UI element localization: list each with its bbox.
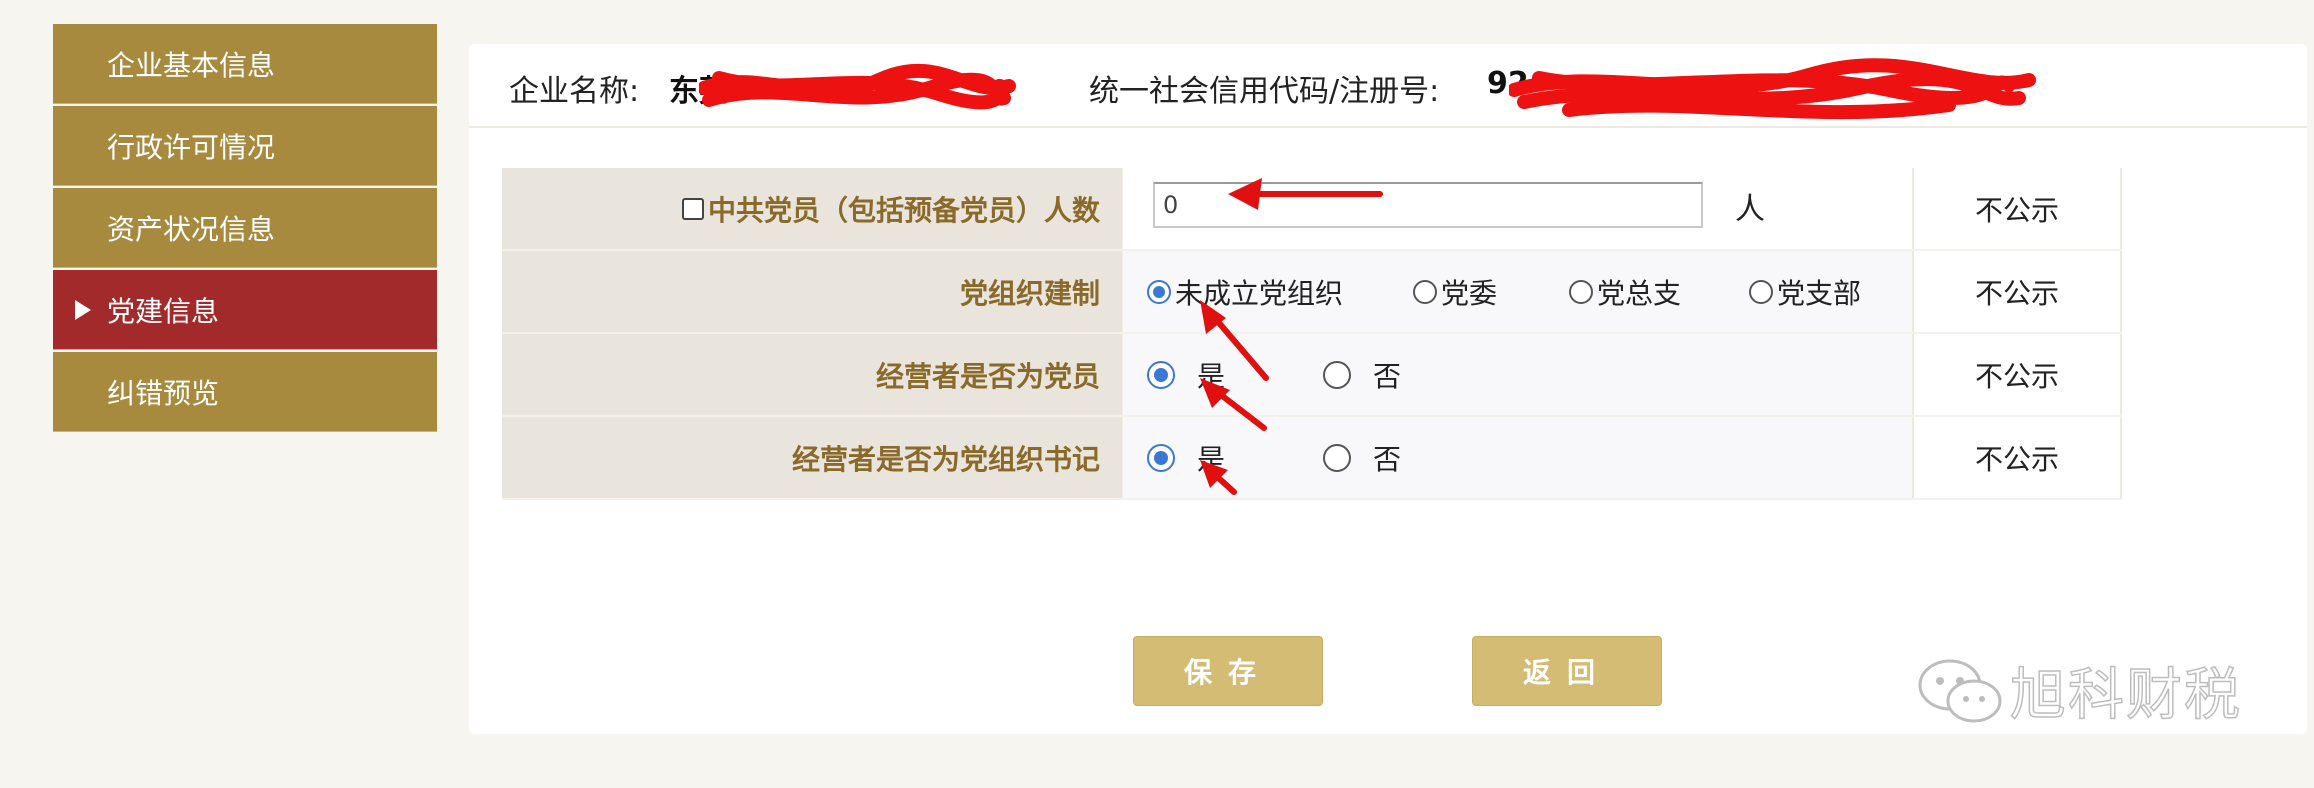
radio-option-yes[interactable]: 是 (1147, 417, 1225, 498)
sidebar-item-label: 纠错预览 (107, 376, 220, 410)
party-building-form: 中共党员（包括预备党员）人数 人 不公示 党组织建制 未成立党组织 党委 (502, 168, 2122, 500)
form-row-party-organization: 党组织建制 未成立党组织 党委 党总支 党支部 不公示 (502, 251, 2122, 334)
radio-label: 未成立党组织 (1175, 276, 1344, 310)
field-label: 经营者是否为党员 (502, 334, 1122, 415)
field-label: 经营者是否为党组织书记 (502, 417, 1122, 498)
publicity-status[interactable]: 不公示 (1912, 251, 2122, 332)
watermark-text: 旭科财税 (2009, 662, 2242, 729)
radio-label: 党总支 (1597, 276, 1682, 310)
field-label: 党组织建制 (502, 251, 1122, 332)
sidebar: 企业基本信息 行政许可情况 资产状况信息 党建信息 纠错预览 (53, 24, 437, 434)
back-button[interactable]: 返回 (1472, 636, 1662, 706)
form-row-operator-party-secretary: 经营者是否为党组织书记 是 否 不公示 (502, 417, 2122, 500)
save-button[interactable]: 保存 (1133, 636, 1323, 706)
sidebar-item-asset-status[interactable]: 资产状况信息 (53, 188, 437, 268)
triangle-right-icon (75, 299, 91, 320)
radio-label: 党委 (1441, 276, 1498, 310)
party-members-checkbox[interactable] (681, 197, 704, 220)
form-row-operator-party-member: 经营者是否为党员 是 否 不公示 (502, 334, 2122, 417)
unit-label: 人 (1735, 192, 1765, 227)
publicity-status[interactable]: 不公示 (1912, 417, 2122, 498)
field-input-container: 未成立党组织 党委 党总支 党支部 (1122, 251, 1912, 332)
radio-option-no-organization[interactable]: 未成立党组织 (1147, 251, 1343, 332)
watermark: 旭科财税 (1910, 650, 2242, 731)
sidebar-item-admin-license[interactable]: 行政许可情况 (53, 106, 437, 186)
field-input-container: 是 否 (1122, 334, 1912, 415)
sidebar-item-party-building[interactable]: 党建信息 (53, 270, 437, 350)
enterprise-header: 企业名称: 东莞 统一社会信用代码/注册号: 92 (469, 44, 2307, 128)
publicity-status[interactable]: 不公示 (1912, 168, 2122, 249)
radio-unselected-icon[interactable] (1323, 360, 1351, 389)
radio-unselected-icon[interactable] (1323, 443, 1351, 472)
credit-code-label: 统一社会信用代码/注册号: (1089, 74, 1440, 109)
main-panel: 企业名称: 东莞 统一社会信用代码/注册号: 92 中共党员（包括预备党员）人数… (469, 44, 2307, 734)
sidebar-item-label: 行政许可情况 (107, 130, 276, 164)
form-row-party-members: 中共党员（包括预备党员）人数 人 不公示 (502, 168, 2122, 251)
field-input-container: 人 (1122, 168, 1912, 249)
radio-option-branch[interactable]: 党支部 (1749, 251, 1861, 332)
radio-option-party-committee[interactable]: 党委 (1413, 251, 1497, 332)
party-members-count-input[interactable] (1153, 182, 1703, 228)
sidebar-item-label: 企业基本信息 (107, 48, 276, 82)
field-input-container: 是 否 (1122, 417, 1912, 498)
field-label-container: 中共党员（包括预备党员）人数 (502, 168, 1122, 249)
publicity-status[interactable]: 不公示 (1912, 334, 2122, 415)
wechat-icon (1918, 659, 2002, 722)
sidebar-item-label: 资产状况信息 (107, 212, 276, 246)
radio-label: 否 (1373, 359, 1402, 393)
radio-selected-icon[interactable] (1147, 360, 1175, 389)
radio-unselected-icon[interactable] (1569, 279, 1593, 304)
radio-option-no[interactable]: 否 (1323, 334, 1401, 415)
radio-label: 否 (1373, 442, 1402, 476)
sidebar-item-correction-preview[interactable]: 纠错预览 (53, 352, 437, 432)
radio-unselected-icon[interactable] (1413, 279, 1437, 304)
redaction-scribble (699, 63, 1016, 110)
company-name-label: 企业名称: (509, 74, 640, 109)
field-label: 中共党员（包括预备党员）人数 (707, 193, 1100, 227)
radio-unselected-icon[interactable] (1749, 279, 1773, 304)
radio-label: 是 (1197, 442, 1226, 476)
sidebar-item-label: 党建信息 (107, 294, 220, 328)
radio-label: 党支部 (1777, 276, 1862, 310)
redaction-scribble (1509, 58, 2036, 120)
radio-option-yes[interactable]: 是 (1147, 334, 1225, 415)
radio-selected-icon[interactable] (1147, 279, 1171, 304)
radio-label: 是 (1197, 359, 1226, 393)
radio-option-general-branch[interactable]: 党总支 (1569, 251, 1681, 332)
radio-selected-icon[interactable] (1147, 443, 1175, 472)
radio-option-no[interactable]: 否 (1323, 417, 1401, 498)
sidebar-item-enterprise-info[interactable]: 企业基本信息 (53, 24, 437, 104)
